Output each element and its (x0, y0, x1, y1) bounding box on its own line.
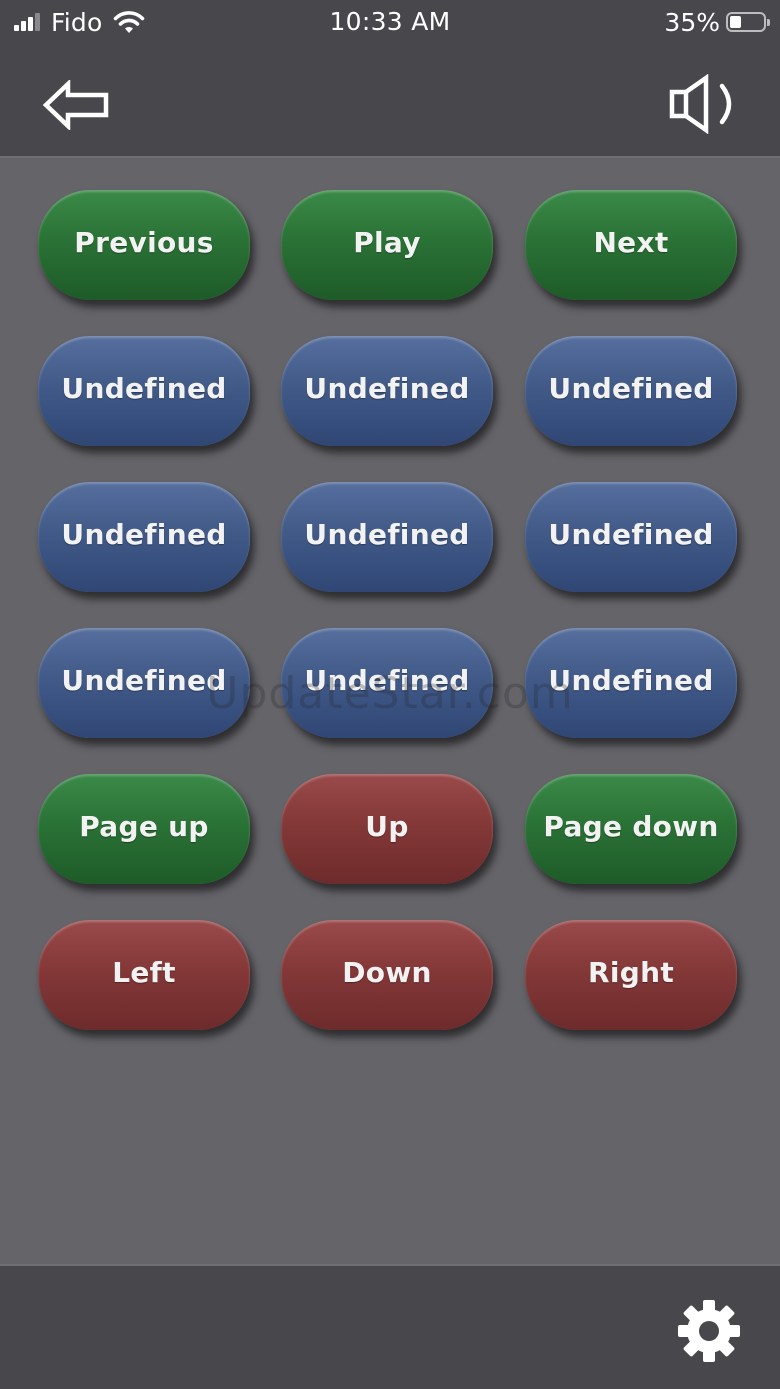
status-right: 35% (664, 7, 770, 37)
status-time: 10:33 AM (329, 7, 451, 36)
settings-button[interactable] (676, 1298, 742, 1364)
up-button[interactable]: Up (281, 774, 493, 884)
play-button[interactable]: Play (281, 190, 493, 300)
undefined-button[interactable]: Undefined (38, 482, 250, 592)
nav-bar (0, 50, 780, 158)
undefined-button[interactable]: Undefined (281, 628, 493, 738)
undefined-button[interactable]: Undefined (525, 336, 737, 446)
undefined-button[interactable]: Undefined (281, 482, 493, 592)
left-button[interactable]: Left (38, 920, 250, 1030)
undefined-button[interactable]: Undefined (525, 628, 737, 738)
right-button[interactable]: Right (525, 920, 737, 1030)
undefined-button[interactable]: Undefined (281, 336, 493, 446)
page-down-button[interactable]: Page down (525, 774, 737, 884)
down-button[interactable]: Down (281, 920, 493, 1030)
gear-icon (678, 1300, 740, 1362)
sound-button[interactable] (664, 73, 744, 135)
speaker-icon (669, 73, 732, 135)
bottom-bar (0, 1264, 780, 1389)
undefined-button[interactable]: Undefined (38, 628, 250, 738)
status-bar: Fido 10:33 AM 35% (0, 0, 780, 50)
back-arrow-icon (42, 78, 109, 132)
battery-fill (730, 16, 741, 28)
battery-icon (726, 12, 770, 32)
next-button[interactable]: Next (525, 190, 737, 300)
back-button[interactable] (42, 78, 112, 132)
undefined-button[interactable]: Undefined (38, 336, 250, 446)
battery-percent: 35% (664, 7, 720, 37)
page-up-button[interactable]: Page up (38, 774, 250, 884)
previous-button[interactable]: Previous (38, 190, 250, 300)
undefined-button[interactable]: Undefined (525, 482, 737, 592)
